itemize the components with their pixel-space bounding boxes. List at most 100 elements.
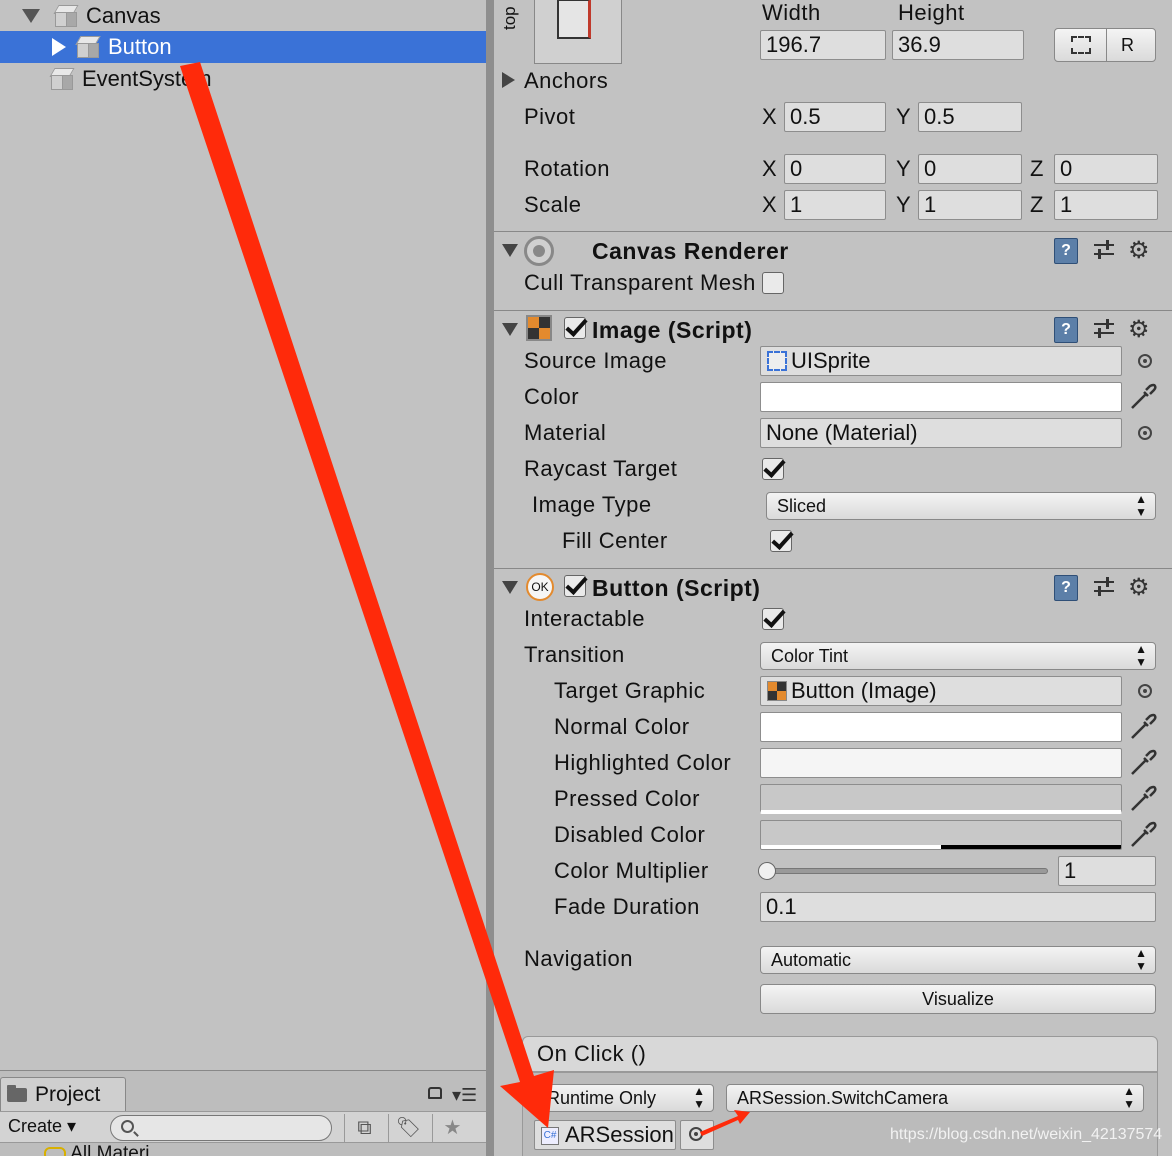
scale-z-field[interactable]: 1 — [1054, 190, 1158, 220]
eyedropper-icon[interactable] — [1128, 748, 1158, 778]
blueprint-mode-icon[interactable] — [1071, 36, 1091, 54]
image-script-header[interactable]: Image (Script) ? ⚙ — [494, 310, 1172, 346]
event-object-value: ARSession — [565, 1122, 674, 1147]
expand-triangle-icon[interactable] — [52, 38, 66, 56]
interactable-checkbox[interactable] — [762, 608, 784, 630]
height-field[interactable]: 36.9 — [892, 30, 1024, 60]
raw-edit-button[interactable]: R — [1121, 31, 1134, 59]
image-type-dropdown[interactable]: Sliced ▲ ▼ — [766, 492, 1156, 520]
navigation-label: Navigation — [524, 946, 633, 971]
help-icon[interactable]: ? — [1054, 317, 1078, 343]
hierarchy-item-eventsystem[interactable]: EventSystem — [0, 63, 486, 95]
object-picker-icon[interactable] — [689, 1127, 703, 1141]
slider-thumb[interactable] — [758, 862, 776, 880]
expand-triangle-icon[interactable] — [22, 9, 40, 23]
image-type-label: Image Type — [532, 492, 652, 517]
object-picker-button[interactable] — [680, 1120, 714, 1150]
image-enabled-checkbox[interactable] — [564, 317, 586, 339]
axis-label: Z — [1030, 192, 1044, 217]
width-field[interactable]: 196.7 — [760, 30, 886, 60]
create-dropdown[interactable]: Create ▾ — [8, 1116, 76, 1137]
highlighted-color-field[interactable] — [760, 748, 1122, 778]
axis-label: Y — [896, 104, 911, 129]
hierarchy-item-button[interactable]: Button — [0, 31, 486, 63]
runtime-dropdown[interactable]: Runtime Only ▲ ▼ — [536, 1084, 714, 1112]
canvas-renderer-header[interactable]: Canvas Renderer ? ⚙ — [494, 231, 1172, 267]
object-picker-icon[interactable] — [1138, 684, 1152, 698]
eyedropper-icon[interactable] — [1128, 382, 1158, 412]
anchor-preset-button[interactable] — [534, 0, 622, 64]
hierarchy-item-canvas[interactable]: Canvas — [0, 0, 486, 32]
on-click-title: On Click () — [537, 1041, 647, 1066]
anchors-foldout-icon[interactable] — [502, 72, 515, 88]
component-title: Image (Script) — [592, 317, 753, 343]
fill-center-checkbox[interactable] — [770, 530, 792, 552]
project-list-item[interactable]: All Materi — [44, 1143, 149, 1156]
object-picker-icon[interactable] — [1138, 354, 1152, 368]
eyedropper-icon[interactable] — [1128, 712, 1158, 742]
disabled-color-field[interactable] — [760, 820, 1122, 850]
color-field[interactable] — [760, 382, 1122, 412]
scale-y-field[interactable]: 1 — [918, 190, 1022, 220]
target-graphic-field[interactable]: Button (Image) — [760, 676, 1122, 706]
star-icon[interactable]: ★ — [432, 1114, 472, 1142]
menu-icon[interactable]: ▾☰ — [452, 1085, 477, 1105]
filter-by-type-icon[interactable]: ⧉ — [344, 1114, 384, 1142]
tag-icon[interactable]: 🏷 — [388, 1114, 428, 1142]
source-image-field[interactable]: UISprite — [760, 346, 1122, 376]
button-enabled-checkbox[interactable] — [564, 575, 586, 597]
transition-dropdown[interactable]: Color Tint ▲ ▼ — [760, 642, 1156, 670]
axis-label: X — [762, 192, 777, 217]
preset-icon[interactable] — [1092, 318, 1116, 342]
canvas-renderer-icon — [524, 236, 554, 266]
rotation-y-field[interactable]: 0 — [918, 154, 1022, 184]
dropdown-arrows-icon: ▲ ▼ — [693, 1084, 705, 1111]
button-script-header[interactable]: OK Button (Script) ? ⚙ — [494, 568, 1172, 604]
gear-icon[interactable]: ⚙ — [1128, 236, 1150, 265]
material-field[interactable]: None (Material) — [760, 418, 1122, 448]
lock-icon[interactable] — [428, 1087, 442, 1099]
eyedropper-icon[interactable] — [1128, 784, 1158, 814]
search-input[interactable] — [110, 1115, 332, 1141]
help-icon[interactable]: ? — [1054, 238, 1078, 264]
anchors-label[interactable]: Anchors — [524, 68, 608, 94]
width-label: Width — [762, 0, 821, 25]
fill-center-label: Fill Center — [562, 528, 668, 553]
object-picker-icon[interactable] — [1138, 426, 1152, 440]
gear-icon[interactable]: ⚙ — [1128, 315, 1150, 344]
visualize-button[interactable]: Visualize — [760, 984, 1156, 1014]
color-multiplier-slider[interactable] — [766, 868, 1048, 874]
pressed-color-field[interactable] — [760, 784, 1122, 814]
foldout-icon[interactable] — [502, 244, 518, 257]
blueprint-raw-toggle[interactable]: R — [1054, 28, 1156, 62]
pivot-x-field[interactable]: 0.5 — [784, 102, 886, 132]
transition-label: Transition — [524, 642, 625, 667]
source-image-value: UISprite — [791, 348, 871, 373]
watermark: https://blog.csdn.net/weixin_42137574 — [890, 1126, 1163, 1143]
cull-transparent-checkbox[interactable] — [762, 272, 784, 294]
pivot-y-field[interactable]: 0.5 — [918, 102, 1022, 132]
event-object-field[interactable]: C# ARSession — [534, 1120, 676, 1150]
tab-project[interactable]: Project — [0, 1077, 126, 1111]
scale-x-field[interactable]: 1 — [784, 190, 886, 220]
color-multiplier-field[interactable]: 1 — [1058, 856, 1156, 886]
button-component-icon: OK — [526, 573, 554, 601]
raycast-target-checkbox[interactable] — [762, 458, 784, 480]
preset-icon[interactable] — [1092, 239, 1116, 263]
normal-color-field[interactable] — [760, 712, 1122, 742]
help-icon[interactable]: ? — [1054, 575, 1078, 601]
rotation-z-field[interactable]: 0 — [1054, 154, 1158, 184]
rotation-x-field[interactable]: 0 — [784, 154, 886, 184]
navigation-dropdown[interactable]: Automatic ▲ ▼ — [760, 946, 1156, 974]
foldout-icon[interactable] — [502, 323, 518, 336]
target-graphic-label: Target Graphic — [554, 678, 706, 703]
panel-menu[interactable]: ▾☰ — [426, 1085, 482, 1105]
runtime-value: Runtime Only — [547, 1088, 657, 1108]
foldout-icon[interactable] — [502, 581, 518, 594]
preset-icon[interactable] — [1092, 576, 1116, 600]
gameobject-cube-icon — [49, 67, 75, 91]
eyedropper-icon[interactable] — [1128, 820, 1158, 850]
function-dropdown[interactable]: ARSession.SwitchCamera ▲ ▼ — [726, 1084, 1144, 1112]
gear-icon[interactable]: ⚙ — [1128, 573, 1150, 602]
fade-duration-field[interactable]: 0.1 — [760, 892, 1156, 922]
